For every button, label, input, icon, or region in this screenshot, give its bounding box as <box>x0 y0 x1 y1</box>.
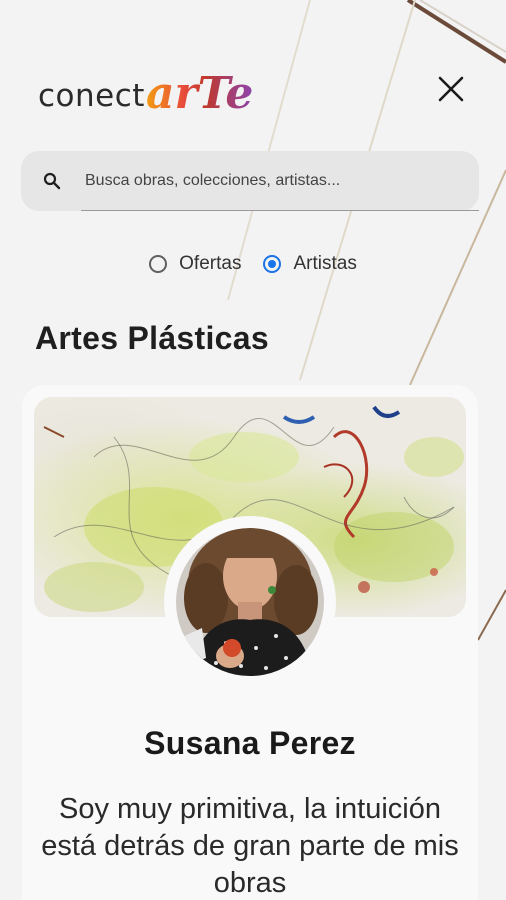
logo-accent: arTe <box>145 68 254 119</box>
radio-button-ofertas[interactable] <box>149 255 168 273</box>
radio-button-artistas[interactable] <box>263 255 282 273</box>
search-icon <box>43 172 61 190</box>
radio-label-artistas: Artistas <box>293 253 357 274</box>
section-title: Artes Plásticas <box>35 320 269 356</box>
radio-option-artistas[interactable]: Artistas <box>263 253 357 275</box>
app-screen: conect arTe Ofertas Artistas <box>0 0 506 900</box>
filter-radio-group: Ofertas Artistas <box>0 253 506 275</box>
search-input[interactable] <box>83 171 467 191</box>
logo-text: conect <box>38 78 145 114</box>
avatar-frame <box>164 516 336 688</box>
app-logo[interactable]: conect arTe <box>38 60 253 118</box>
radio-label-ofertas: Ofertas <box>179 253 242 274</box>
radio-option-ofertas[interactable]: Ofertas <box>149 253 241 275</box>
close-icon <box>438 76 464 102</box>
close-button[interactable] <box>432 70 470 108</box>
avatar[interactable] <box>176 528 324 676</box>
search-underline <box>81 210 479 211</box>
app-header: conect arTe <box>0 0 506 140</box>
search-bar[interactable] <box>21 151 479 211</box>
artist-name: Susana Perez <box>144 725 356 761</box>
artist-card[interactable]: Susana Perez Soy muy primitiva, la intui… <box>22 385 478 900</box>
artist-bio: Soy muy primitiva, la intuición está det… <box>41 793 459 899</box>
